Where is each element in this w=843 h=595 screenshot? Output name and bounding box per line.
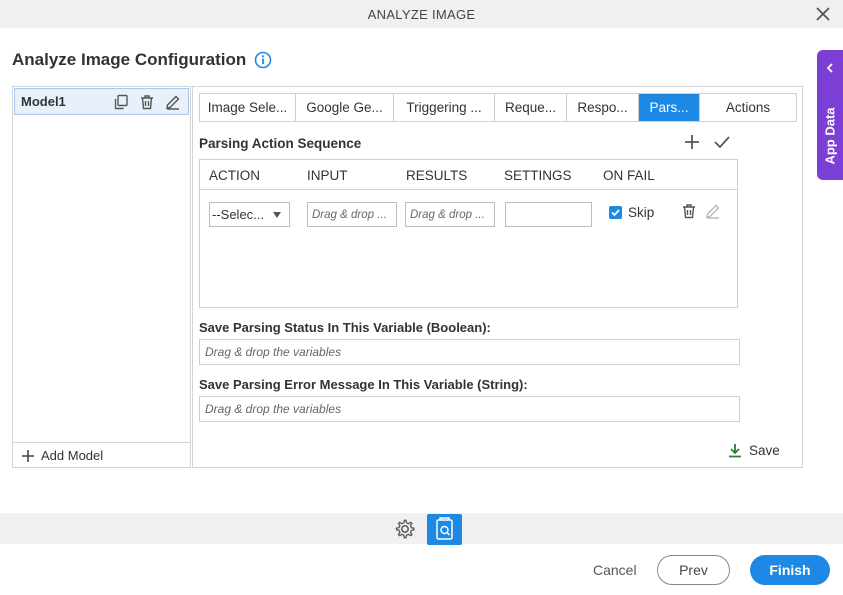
results-drop-field[interactable]: Drag & drop ... <box>405 202 495 227</box>
delete-icon[interactable] <box>680 202 698 220</box>
finish-button[interactable]: Finish <box>750 555 830 585</box>
edit-icon[interactable] <box>704 202 722 220</box>
col-on-fail: ON FAIL <box>603 168 655 183</box>
close-icon[interactable] <box>813 4 833 24</box>
error-variable-input[interactable]: Drag & drop the variables <box>199 396 740 422</box>
app-data-label: App Data <box>822 107 838 165</box>
on-fail-skip[interactable]: Skip <box>609 205 654 220</box>
analyze-image-button[interactable] <box>427 514 462 545</box>
download-icon <box>729 444 741 458</box>
window-titlebar: ANALYZE IMAGE <box>0 0 843 28</box>
info-icon[interactable] <box>254 51 272 69</box>
model-actions <box>112 93 182 111</box>
tab-parsing[interactable]: Pars... <box>639 94 700 121</box>
add-model-button[interactable]: Add Model <box>13 442 190 468</box>
delete-icon[interactable] <box>138 93 156 111</box>
cancel-button[interactable]: Cancel <box>593 562 637 578</box>
status-variable-label: Save Parsing Status In This Variable (Bo… <box>199 320 491 335</box>
model-list-panel: Model1 Add Model <box>12 86 191 468</box>
page-title: Analyze Image Configuration <box>12 50 247 69</box>
settings-field[interactable] <box>505 202 592 227</box>
input-drop-field[interactable]: Drag & drop ... <box>307 202 397 227</box>
gear-icon[interactable] <box>394 518 416 540</box>
save-button[interactable]: Save <box>727 442 780 458</box>
tab-triggering[interactable]: Triggering ... <box>394 94 495 121</box>
plus-icon <box>22 449 34 462</box>
config-panel: Image Sele... Google Ge... Triggering ..… <box>192 86 803 468</box>
app-data-panel-toggle[interactable]: App Data <box>817 50 843 180</box>
tab-response[interactable]: Respo... <box>567 94 639 121</box>
action-select-value: --Selec... <box>212 207 265 222</box>
tab-bar: Image Sele... Google Ge... Triggering ..… <box>199 93 797 122</box>
duplicate-icon[interactable] <box>112 93 130 111</box>
row-actions <box>680 202 722 220</box>
parsing-grid: ACTION INPUT RESULTS SETTINGS ON FAIL --… <box>199 159 738 308</box>
col-input: INPUT <box>307 168 348 183</box>
error-variable-label: Save Parsing Error Message In This Varia… <box>199 377 528 392</box>
skip-checkbox[interactable] <box>609 206 622 219</box>
save-label: Save <box>749 442 780 458</box>
action-select[interactable]: --Selec... <box>209 202 290 227</box>
check-icon[interactable] <box>712 132 732 152</box>
tab-request[interactable]: Reque... <box>495 94 567 121</box>
col-settings: SETTINGS <box>504 168 572 183</box>
grid-header: ACTION INPUT RESULTS SETTINGS ON FAIL <box>200 160 737 190</box>
tab-actions[interactable]: Actions <box>700 94 796 121</box>
col-results: RESULTS <box>406 168 468 183</box>
status-variable-input[interactable]: Drag & drop the variables <box>199 339 740 365</box>
model-item[interactable]: Model1 <box>14 88 189 115</box>
tab-google[interactable]: Google Ge... <box>296 94 394 121</box>
chevron-left-icon <box>826 63 833 73</box>
bottom-toolbar <box>0 513 843 544</box>
col-action: ACTION <box>209 168 261 183</box>
edit-icon[interactable] <box>164 93 182 111</box>
model-name: Model1 <box>21 94 66 109</box>
tab-image-select[interactable]: Image Sele... <box>200 94 296 121</box>
add-model-label: Add Model <box>41 448 104 463</box>
sequence-actions <box>682 132 732 152</box>
page-title-row: Analyze Image Configuration <box>12 50 272 70</box>
image-analyze-icon <box>436 517 453 540</box>
add-icon[interactable] <box>682 132 702 152</box>
prev-button[interactable]: Prev <box>657 555 730 585</box>
dropdown-caret-icon <box>273 212 281 218</box>
section-title: Parsing Action Sequence <box>199 136 362 151</box>
window-title: ANALYZE IMAGE <box>367 6 476 22</box>
skip-label: Skip <box>628 205 655 220</box>
